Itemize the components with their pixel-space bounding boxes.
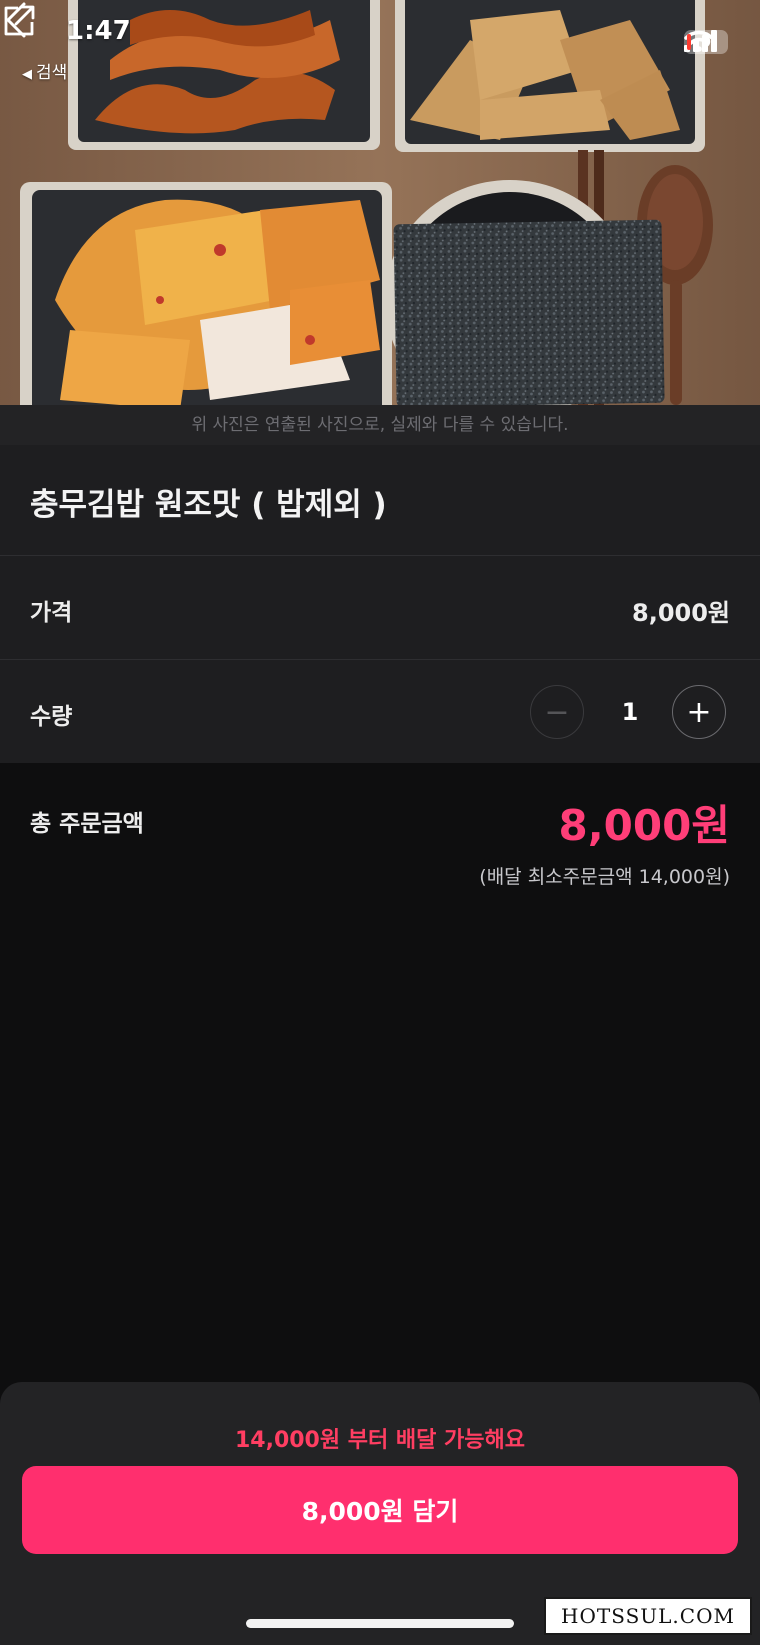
food-illustration (0, 0, 760, 405)
delivery-minimum-notice: 14,000원 부터 배달 가능해요 (234, 1428, 526, 1453)
plus-icon: + (686, 694, 712, 730)
price-label: 가격 (30, 600, 73, 626)
product-title: 충무김밥 원조맛 ( 밥제외 ) (30, 487, 387, 523)
watermark: HOTSSUL.COM (544, 1597, 752, 1635)
back-app-label: 검색 (36, 63, 68, 83)
back-to-app-link[interactable]: ◀ 검색 (22, 58, 67, 83)
status-indicators: 9 (684, 30, 728, 54)
share-icon[interactable] (0, 0, 40, 40)
product-photo: 1:47 ◀ 검색 9 (0, 0, 760, 405)
product-info-panel: 충무김밥 원조맛 ( 밥제외 ) 가격 8,000원 수량 − 1 + (0, 445, 760, 763)
back-triangle-icon: ◀ (22, 67, 32, 82)
quantity-value: 1 (621, 698, 639, 726)
quantity-label: 수량 (30, 704, 73, 730)
add-to-cart-button[interactable]: 8,000원 담기 (22, 1466, 738, 1554)
quantity-decrease-button[interactable]: − (530, 685, 584, 739)
total-label: 총 주문금액 (30, 811, 144, 837)
total-amount: 8,000원 (558, 801, 731, 850)
minimum-order-note: (배달 최소주문금액 14,000원) (479, 866, 730, 888)
battery-icon: 9 (684, 30, 728, 54)
home-indicator[interactable] (246, 1619, 514, 1628)
photo-disclaimer: 위 사진은 연출된 사진으로, 실제와 다를 수 있습니다. (0, 405, 760, 445)
status-time: 1:47 (66, 16, 131, 46)
price-value: 8,000원 (632, 599, 730, 627)
divider (0, 659, 760, 660)
minus-icon: − (544, 694, 570, 730)
divider (0, 555, 760, 556)
quantity-increase-button[interactable]: + (672, 685, 726, 739)
